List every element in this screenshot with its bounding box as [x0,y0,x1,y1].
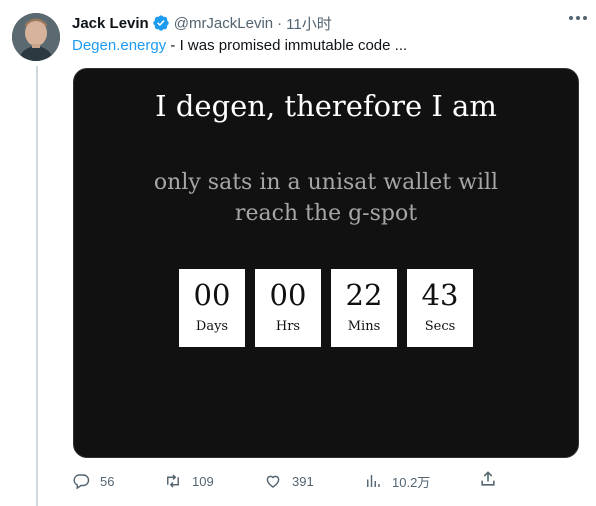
tweet-body: - I was promised immutable code ... [166,37,408,54]
tweet-link[interactable]: Degen.energy [72,37,166,54]
countdown-hours: 00 Hrs [255,269,321,347]
media-headline: I degen, therefore I am [155,89,497,123]
reply-count: 56 [100,473,115,489]
tweet-header: Jack Levin @mrJackLevin · 11小时 [72,12,584,34]
countdown-label: Mins [347,319,381,334]
countdown-label: Secs [424,319,456,334]
reply-icon [73,474,90,490]
retweet-button[interactable]: 109 [164,472,264,490]
handle[interactable]: @mrJackLevin [174,15,273,32]
verified-icon [152,14,170,32]
display-name[interactable]: Jack Levin [72,15,149,32]
countdown-days: 00 Days [179,269,245,347]
thread-line [36,66,38,506]
separator-dot: · [277,14,283,32]
share-icon[interactable] [478,469,498,491]
timestamp[interactable]: 11小时 [286,13,332,34]
countdown: 00 Days 00 Hrs 22 Mins 43 Secs [179,269,473,347]
countdown-value: 43 [421,278,459,312]
countdown-value: 22 [345,278,383,312]
countdown-value: 00 [269,278,307,312]
like-button[interactable]: 391 [264,472,364,490]
avatar[interactable] [12,13,60,61]
like-icon [266,475,280,488]
countdown-minutes: 22 Mins [331,269,397,347]
retweet-icon [167,474,179,488]
view-count: 10.2万 [392,474,431,490]
views-button[interactable]: 10.2万 [364,472,464,491]
countdown-value: 00 [193,278,231,312]
countdown-label: Hrs [275,319,301,334]
tweet-text: Degen.energy - I was promised immutable … [72,36,584,56]
countdown-label: Days [195,319,229,334]
countdown-seconds: 43 Secs [407,269,473,347]
more-icon[interactable] [566,8,590,28]
media-card[interactable]: I degen, therefore I am only sats in a u… [73,68,579,458]
reply-button[interactable]: 56 [72,472,164,490]
like-count: 391 [292,473,314,489]
action-bar: 56 109 391 10.2万 [72,469,502,493]
retweet-count: 109 [192,473,214,489]
views-icon [367,475,380,487]
media-subline: only sats in a unisat wallet will reach … [153,170,499,226]
